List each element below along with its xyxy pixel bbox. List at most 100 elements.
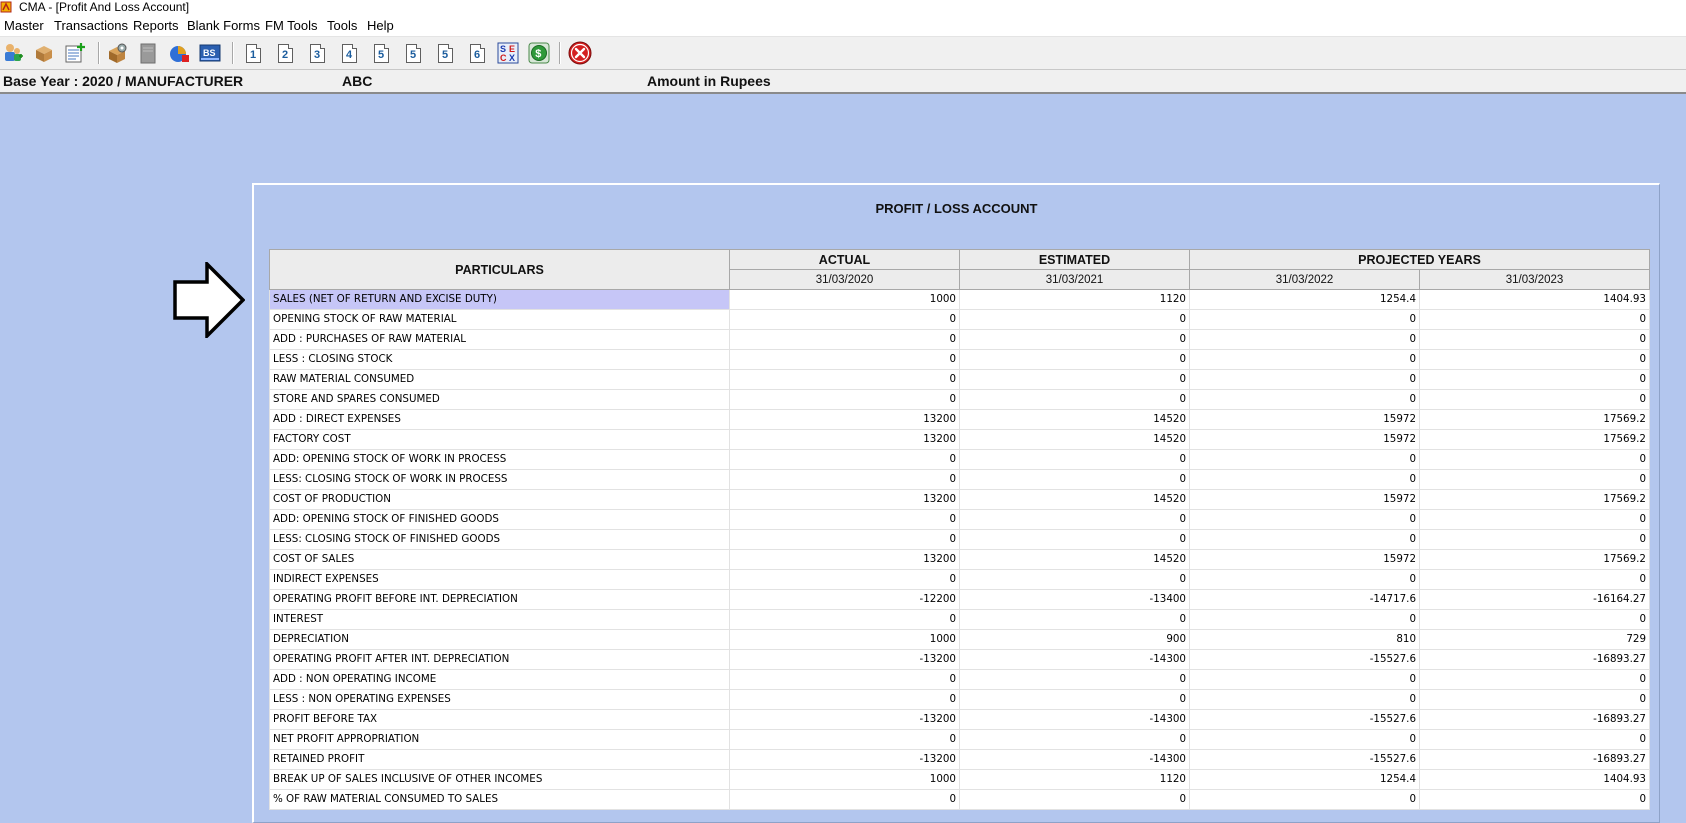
menu-help[interactable]: Help xyxy=(367,18,394,34)
value-cell[interactable]: -15527.6 xyxy=(1189,649,1420,670)
value-cell[interactable]: -14300 xyxy=(959,709,1190,730)
value-cell[interactable]: 0 xyxy=(1189,449,1420,470)
value-cell[interactable]: 0 xyxy=(1189,729,1420,750)
row-label-cell[interactable]: % OF RAW MATERIAL CONSUMED TO SALES xyxy=(269,789,730,810)
row-label-cell[interactable]: ADD : NON OPERATING INCOME xyxy=(269,669,730,690)
row-label-cell[interactable]: INDIRECT EXPENSES xyxy=(269,569,730,590)
value-cell[interactable]: 729 xyxy=(1419,629,1650,650)
value-cell[interactable]: -13200 xyxy=(729,709,960,730)
page-5b-button[interactable]: 5 xyxy=(401,41,425,65)
row-label-cell[interactable]: INTEREST xyxy=(269,609,730,630)
value-cell[interactable]: 0 xyxy=(729,529,960,550)
menu-tools[interactable]: Tools xyxy=(327,18,357,34)
value-cell[interactable]: 14520 xyxy=(959,429,1190,450)
value-cell[interactable]: 0 xyxy=(729,689,960,710)
page-3-button[interactable]: 3 xyxy=(305,41,329,65)
value-cell[interactable]: 0 xyxy=(1419,449,1650,470)
boxes-icon[interactable] xyxy=(32,41,56,65)
value-cell[interactable]: 0 xyxy=(1419,669,1650,690)
add-document-icon[interactable] xyxy=(63,41,87,65)
page-4-button[interactable]: 4 xyxy=(337,41,361,65)
menu-fm-tools[interactable]: FM Tools xyxy=(265,18,318,34)
value-cell[interactable]: 0 xyxy=(729,669,960,690)
value-cell[interactable]: -13400 xyxy=(959,589,1190,610)
value-cell[interactable]: 0 xyxy=(1189,309,1420,330)
value-cell[interactable]: 0 xyxy=(959,349,1190,370)
value-cell[interactable]: 1120 xyxy=(959,289,1190,310)
value-cell[interactable]: 1254.4 xyxy=(1189,769,1420,790)
row-label-cell[interactable]: LESS: CLOSING STOCK OF FINISHED GOODS xyxy=(269,529,730,550)
value-cell[interactable]: 13200 xyxy=(729,549,960,570)
row-label-cell[interactable]: SALES (NET OF RETURN AND EXCISE DUTY) xyxy=(269,289,730,310)
chart-icon[interactable] xyxy=(167,41,191,65)
value-cell[interactable]: 1120 xyxy=(959,769,1190,790)
value-cell[interactable]: 13200 xyxy=(729,429,960,450)
value-cell[interactable]: 0 xyxy=(959,669,1190,690)
value-cell[interactable]: 0 xyxy=(1189,389,1420,410)
value-cell[interactable]: 0 xyxy=(1419,729,1650,750)
menu-reports[interactable]: Reports xyxy=(133,18,179,34)
value-cell[interactable]: 0 xyxy=(1419,369,1650,390)
menu-blank-forms[interactable]: Blank Forms xyxy=(187,18,260,34)
value-cell[interactable]: 0 xyxy=(729,609,960,630)
page-1-button[interactable]: 1 xyxy=(241,41,265,65)
value-cell[interactable]: 0 xyxy=(729,569,960,590)
row-label-cell[interactable]: RAW MATERIAL CONSUMED xyxy=(269,369,730,390)
row-label-cell[interactable]: ADD : DIRECT EXPENSES xyxy=(269,409,730,430)
value-cell[interactable]: 0 xyxy=(1419,469,1650,490)
value-cell[interactable]: 0 xyxy=(1189,529,1420,550)
value-cell[interactable]: 15972 xyxy=(1189,409,1420,430)
value-cell[interactable]: 0 xyxy=(1419,789,1650,810)
value-cell[interactable]: 0 xyxy=(959,469,1190,490)
value-cell[interactable]: 0 xyxy=(1189,369,1420,390)
row-label-cell[interactable]: COST OF PRODUCTION xyxy=(269,489,730,510)
value-cell[interactable]: -13200 xyxy=(729,649,960,670)
value-cell[interactable]: 0 xyxy=(1419,529,1650,550)
row-label-cell[interactable]: ADD : PURCHASES OF RAW MATERIAL xyxy=(269,329,730,350)
value-cell[interactable]: 1000 xyxy=(729,629,960,650)
value-cell[interactable]: 15972 xyxy=(1189,429,1420,450)
value-cell[interactable]: 0 xyxy=(1419,509,1650,530)
value-cell[interactable]: 0 xyxy=(729,389,960,410)
row-label-cell[interactable]: ADD: OPENING STOCK OF WORK IN PROCESS xyxy=(269,449,730,470)
row-label-cell[interactable]: NET PROFIT APPROPRIATION xyxy=(269,729,730,750)
value-cell[interactable]: 0 xyxy=(959,329,1190,350)
value-cell[interactable]: 0 xyxy=(1189,789,1420,810)
users-icon[interactable] xyxy=(1,41,25,65)
row-label-cell[interactable]: DEPRECIATION xyxy=(269,629,730,650)
value-cell[interactable]: -16893.27 xyxy=(1419,749,1650,770)
value-cell[interactable]: -15527.6 xyxy=(1189,709,1420,730)
value-cell[interactable]: 0 xyxy=(729,469,960,490)
value-cell[interactable]: 0 xyxy=(1419,689,1650,710)
value-cell[interactable]: 0 xyxy=(959,689,1190,710)
value-cell[interactable]: 15972 xyxy=(1189,549,1420,570)
value-cell[interactable]: -14300 xyxy=(959,649,1190,670)
value-cell[interactable]: 0 xyxy=(729,789,960,810)
value-cell[interactable]: 14520 xyxy=(959,489,1190,510)
value-cell[interactable]: 0 xyxy=(959,789,1190,810)
row-label-cell[interactable]: OPENING STOCK OF RAW MATERIAL xyxy=(269,309,730,330)
row-label-cell[interactable]: RETAINED PROFIT xyxy=(269,749,730,770)
row-label-cell[interactable]: COST OF SALES xyxy=(269,549,730,570)
value-cell[interactable]: 0 xyxy=(959,729,1190,750)
row-label-cell[interactable]: PROFIT BEFORE TAX xyxy=(269,709,730,730)
value-cell[interactable]: 1404.93 xyxy=(1419,289,1650,310)
value-cell[interactable]: 0 xyxy=(1419,609,1650,630)
page-5c-button[interactable]: 5 xyxy=(433,41,457,65)
value-cell[interactable]: 17569.2 xyxy=(1419,409,1650,430)
value-cell[interactable]: -13200 xyxy=(729,749,960,770)
value-cell[interactable]: 0 xyxy=(1189,689,1420,710)
value-cell[interactable]: 0 xyxy=(729,509,960,530)
value-cell[interactable]: -16164.27 xyxy=(1419,589,1650,610)
row-label-cell[interactable]: LESS : CLOSING STOCK xyxy=(269,349,730,370)
value-cell[interactable]: 14520 xyxy=(959,409,1190,430)
value-cell[interactable]: 0 xyxy=(1189,329,1420,350)
value-cell[interactable]: 17569.2 xyxy=(1419,489,1650,510)
value-cell[interactable]: 0 xyxy=(1189,569,1420,590)
value-cell[interactable]: 810 xyxy=(1189,629,1420,650)
value-cell[interactable]: 0 xyxy=(1189,669,1420,690)
value-cell[interactable]: -14300 xyxy=(959,749,1190,770)
value-cell[interactable]: 0 xyxy=(1419,569,1650,590)
bs-report-icon[interactable]: BS xyxy=(198,41,222,65)
row-label-cell[interactable]: FACTORY COST xyxy=(269,429,730,450)
